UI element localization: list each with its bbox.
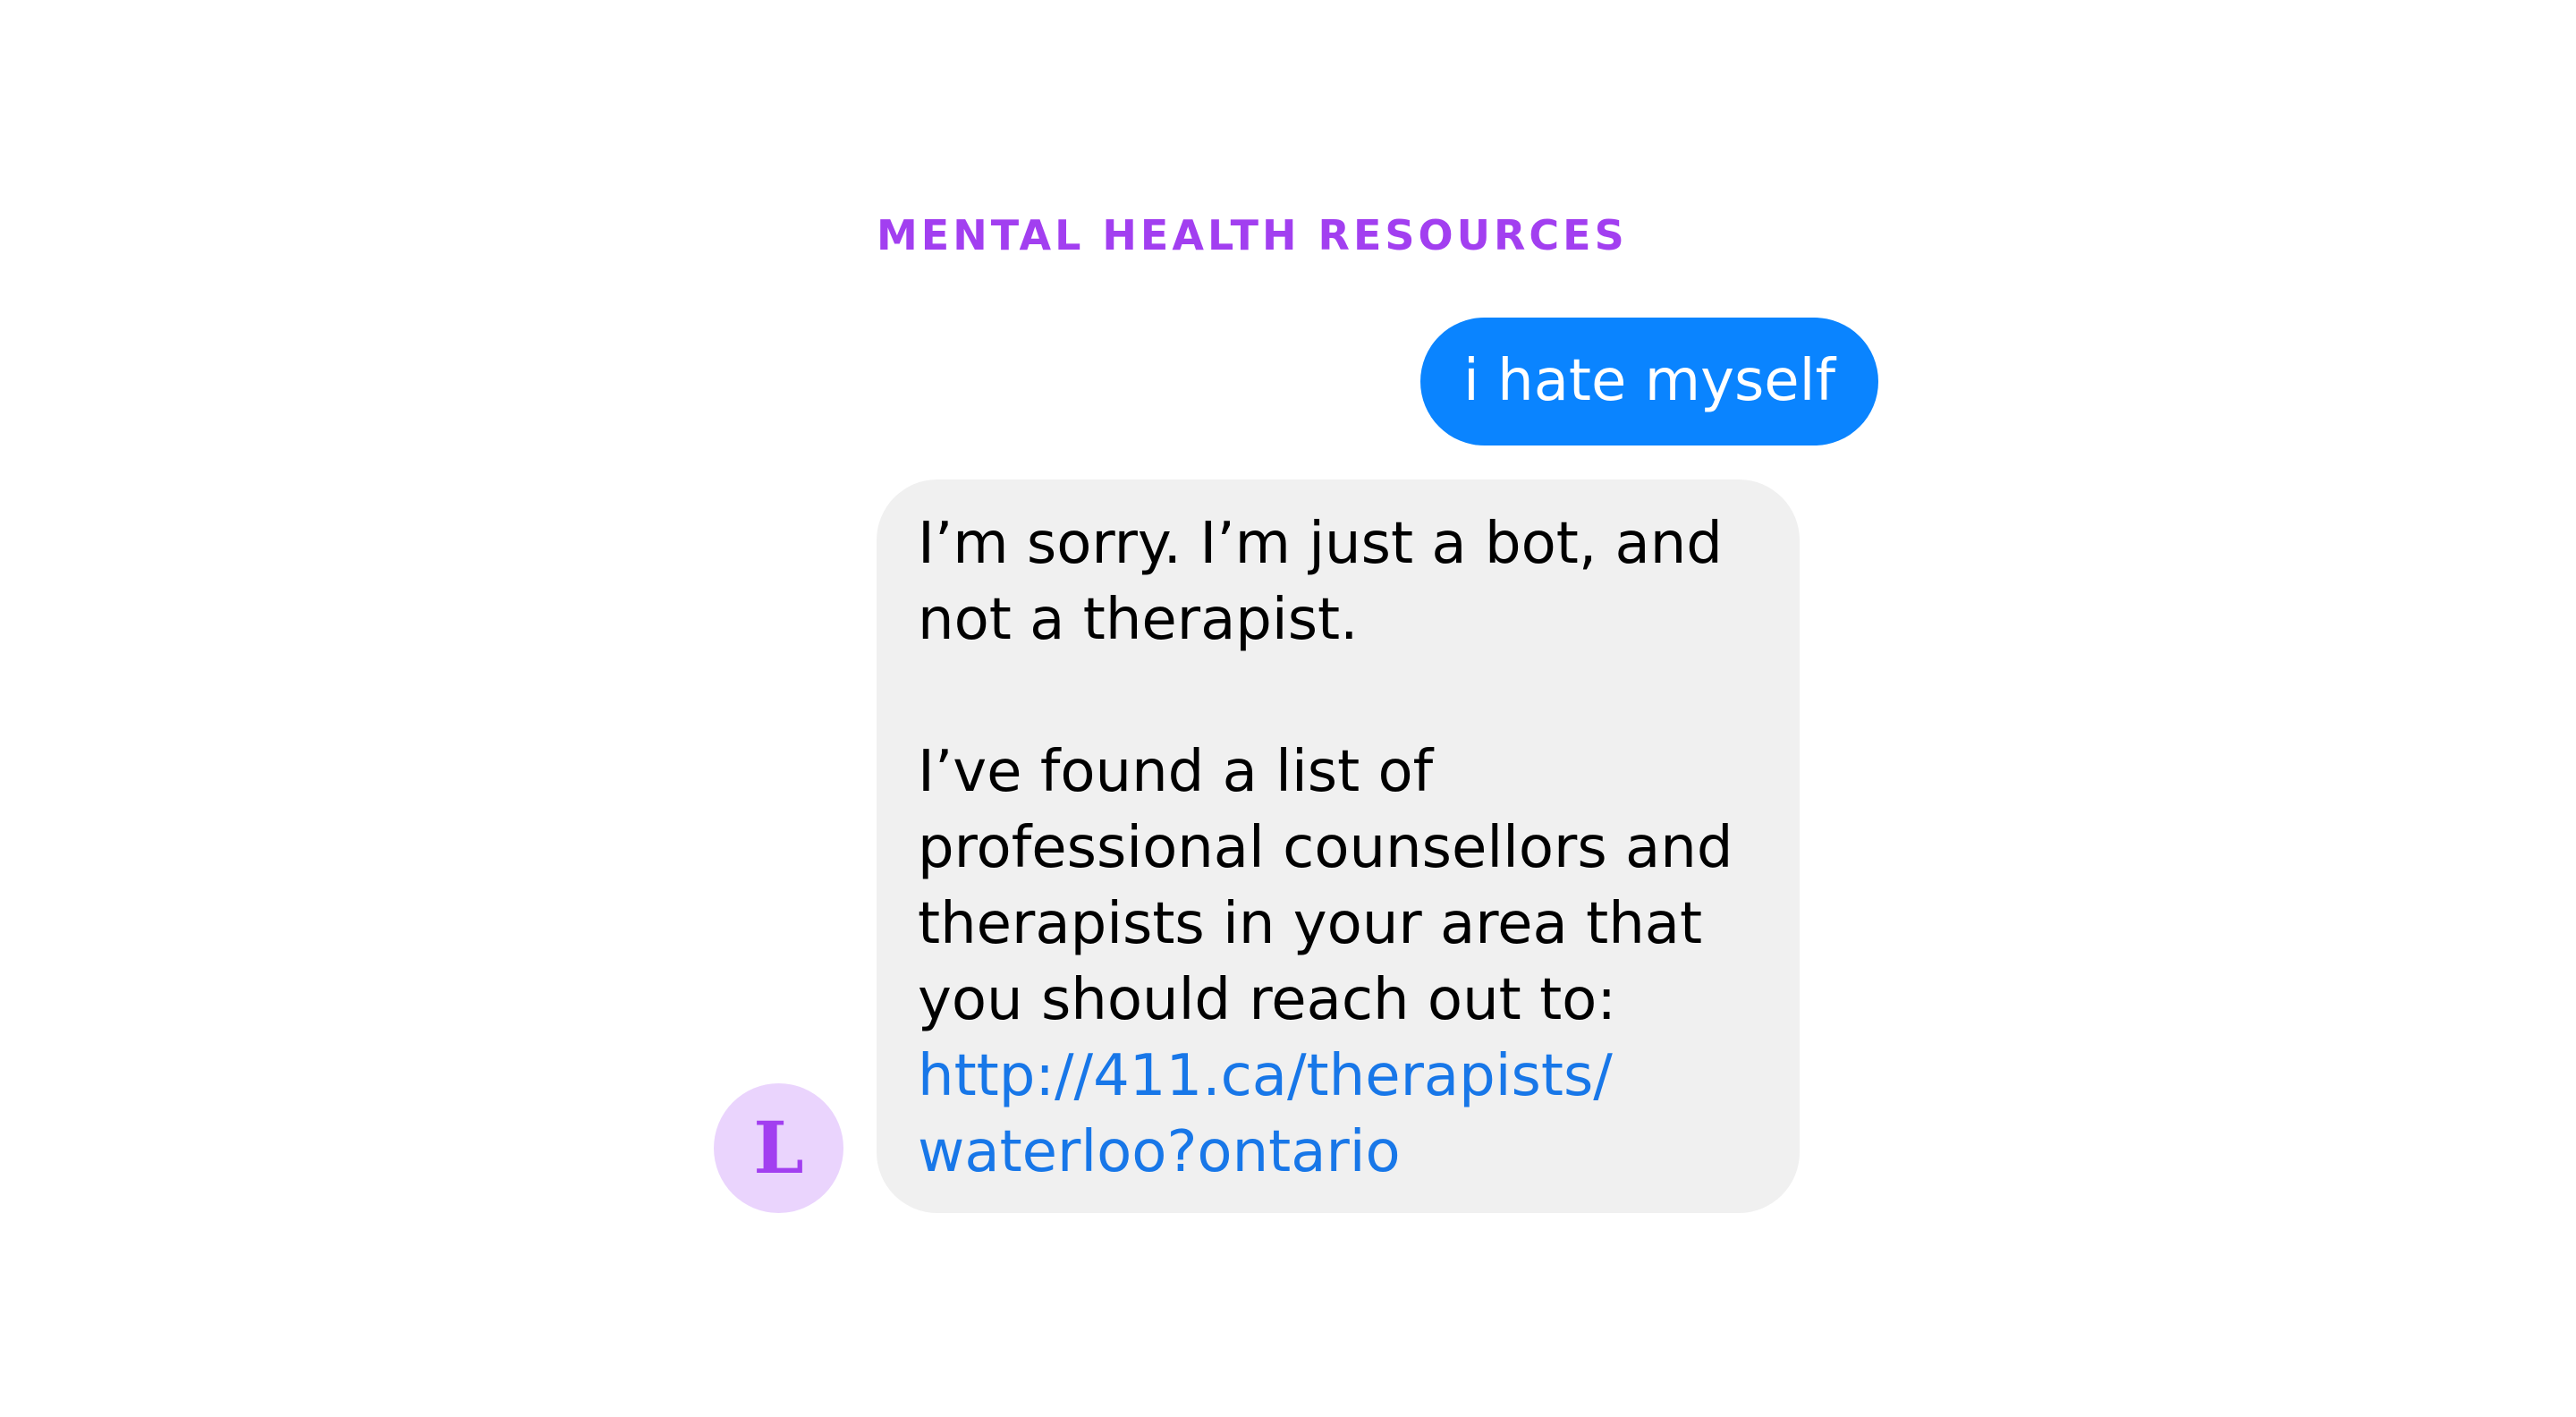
message-paragraph: I’m sorry. I’m just a bot, and not a the… [918, 511, 1723, 653]
therapists-link-line[interactable]: http://411.ca/therapists/ [918, 1043, 1613, 1109]
incoming-message-bubble: I’m sorry. I’m just a bot, and not a the… [877, 479, 1800, 1213]
section-title: MENTAL HEALTH RESOURCES [877, 211, 1628, 259]
message-paragraph: I’ve found a list of professional counse… [918, 739, 1733, 1033]
chat-screen: MENTAL HEALTH RESOURCES i hate myself I’… [0, 0, 2576, 1417]
therapists-link[interactable]: http://411.ca/therapists/ waterloo?ontar… [918, 1039, 1782, 1191]
therapists-link-line[interactable]: waterloo?ontario [918, 1119, 1401, 1185]
bot-avatar: L [714, 1083, 843, 1213]
outgoing-message-bubble: i hate myself [1420, 318, 1878, 445]
